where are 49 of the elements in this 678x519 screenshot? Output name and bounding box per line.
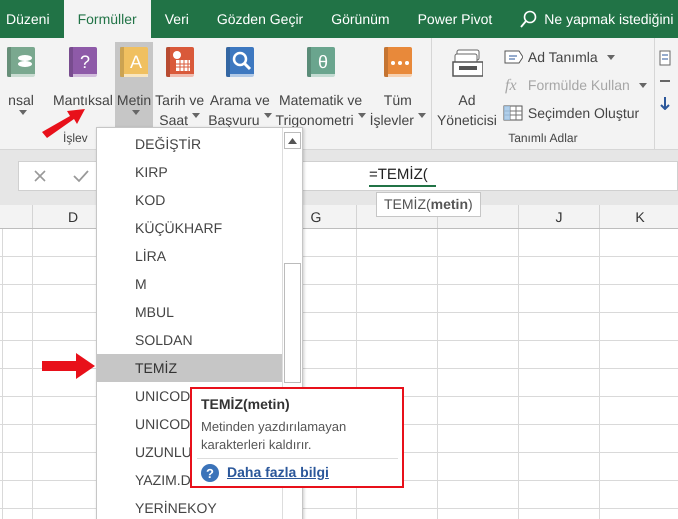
ribbon-button[interactable]: Ad Yöneticisi (434, 42, 499, 130)
menu-item[interactable]: LİRA (97, 242, 282, 270)
cancel-icon (33, 169, 47, 183)
group-label: Tanımlı Adlar (507, 130, 579, 147)
scroll-up-icon (288, 138, 297, 144)
menu-item[interactable]: MBUL (97, 298, 282, 326)
menu-item[interactable]: DEĞİŞTİR (97, 130, 282, 158)
ribbon-tab[interactable]: Düzeni (0, 0, 64, 38)
book-icon: θ (304, 46, 337, 78)
menu-item[interactable]: M (97, 270, 282, 298)
calendar-book-icon (164, 46, 196, 78)
ribbon-button[interactable]: Arama ve Başvuru (206, 42, 274, 130)
down-arrow-icon (658, 96, 671, 110)
ribbon-tab[interactable]: Görünüm (317, 0, 404, 38)
coins-book-icon (5, 46, 37, 78)
ribbon-tab[interactable]: Gözden Geçir (202, 0, 318, 38)
tooltip-title: TEMİZ(metin) (201, 395, 291, 413)
column-header: J (519, 205, 600, 228)
ribbon-button[interactable]: Tüm İşlevler (368, 42, 428, 130)
sheet-icon (658, 50, 671, 66)
book-icon: ? (66, 46, 99, 78)
menu-item[interactable]: TEMİZ (97, 354, 282, 382)
pointer-arrow (42, 352, 96, 380)
group-label: İşlev (63, 130, 88, 147)
ribbon-button[interactable]: θ Matematik ve Trigonometri (274, 42, 368, 130)
menu-item[interactable]: YERİNEKOY (97, 494, 282, 519)
ribbon-button[interactable]: Seçimden Oluştur (498, 100, 651, 126)
ribbon-tab[interactable]: Veri (150, 0, 203, 38)
scrollbar-thumb[interactable] (284, 263, 301, 383)
ribbon-button[interactable]: Ad Tanımla (498, 44, 651, 70)
function-hint: TEMİZ(metin) (376, 192, 481, 217)
ribbon-button[interactable]: ? Mantıksal (51, 42, 115, 130)
tell-me-text[interactable]: Ne yapmak istediğini (544, 8, 674, 30)
column-header: K (600, 205, 678, 228)
tooltip-description: Metinden yazdırılamayan karakterleri kaldırır. (201, 418, 348, 454)
ribbon-button[interactable]: nsal (0, 42, 51, 130)
ellipsis-book-icon (382, 46, 414, 78)
ribbon-tab[interactable]: Power Pivot (404, 0, 506, 38)
search-icon (520, 10, 537, 28)
more-info-link[interactable]: Daha fazla bilgi (227, 462, 329, 483)
function-icon: fx (502, 75, 523, 95)
table-icon (502, 103, 523, 123)
ribbon-button[interactable]: A Metin (114, 42, 154, 130)
menu-item[interactable]: SOLDAN (97, 326, 282, 354)
book-icon: A (118, 46, 150, 78)
help-icon: ? (201, 464, 219, 482)
ribbon-tab[interactable]: Formüller (64, 0, 151, 38)
check-icon (73, 169, 89, 183)
search-book-icon (224, 46, 256, 78)
